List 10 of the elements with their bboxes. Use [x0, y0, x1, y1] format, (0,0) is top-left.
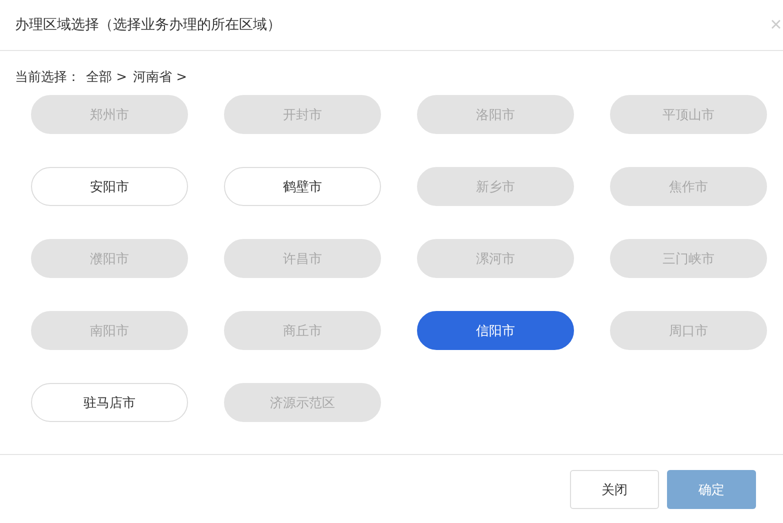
close-button[interactable]: ×	[769, 14, 783, 36]
breadcrumb-link[interactable]: 全部 >	[86, 68, 128, 86]
breadcrumb-link[interactable]: 河南省 >	[133, 68, 188, 86]
close-button[interactable]: 关闭	[570, 470, 659, 509]
region-option[interactable]: 信阳市	[417, 311, 574, 350]
breadcrumb-label: 当前选择：	[15, 69, 80, 86]
region-option[interactable]: 驻马店市	[31, 383, 188, 422]
region-option[interactable]: 安阳市	[31, 167, 188, 206]
dialog-title: 办理区域选择（选择业务办理的所在区域）	[15, 16, 281, 34]
region-option[interactable]: 鹤壁市	[224, 167, 381, 206]
